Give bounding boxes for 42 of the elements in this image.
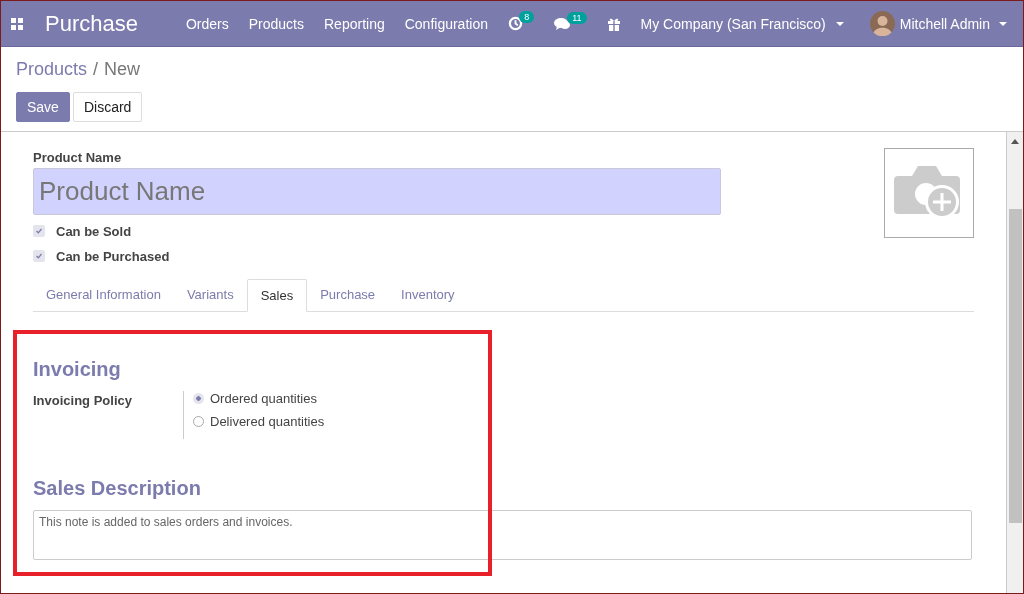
- message-count-badge: 11: [567, 11, 587, 24]
- section-title: Sales Description: [33, 477, 202, 500]
- menu-item[interactable]: Configuration: [404, 15, 488, 32]
- checkmark-icon: [35, 252, 43, 260]
- radio-button[interactable]: [193, 393, 204, 404]
- tab[interactable]: General Information: [33, 279, 174, 311]
- gift-icon[interactable]: [606, 16, 621, 31]
- breadcrumb-current: New: [104, 59, 141, 80]
- product-name-field[interactable]: Product Name: [33, 168, 721, 215]
- checkmark-icon: [35, 227, 43, 235]
- section-title: Invoicing: [33, 358, 122, 381]
- field-label: Invoicing Policy: [33, 392, 133, 410]
- checkbox-label: Can be Sold: [56, 223, 132, 239]
- scrollbar[interactable]: [1006, 132, 1023, 593]
- sales-description-field[interactable]: This note is added to sales orders and invoices.: [33, 510, 972, 560]
- breadcrumb-separator: /: [93, 59, 99, 80]
- company-switcher[interactable]: My Company (San Francisco): [640, 15, 844, 32]
- discard-button[interactable]: Discard: [72, 92, 143, 122]
- tab[interactable]: Purchase: [307, 279, 389, 311]
- user-menu[interactable]: Mitchell Admin: [869, 11, 1007, 36]
- checkbox-label: Can be Purchased: [56, 248, 170, 264]
- menu-item[interactable]: Orders: [185, 15, 229, 32]
- menu-item[interactable]: Reporting: [324, 15, 385, 32]
- activity-count-badge: 8: [519, 11, 535, 23]
- tab[interactable]: Inventory: [388, 279, 468, 311]
- tab[interactable]: Variants: [173, 279, 247, 311]
- scroll-up-icon[interactable]: [1011, 139, 1019, 144]
- save-button[interactable]: Save: [16, 92, 70, 122]
- apps-menu-icon[interactable]: [11, 17, 23, 30]
- menu-item[interactable]: Products: [248, 15, 304, 32]
- tab[interactable]: Sales: [246, 279, 308, 312]
- chat-icon[interactable]: [554, 16, 572, 31]
- breadcrumb-link[interactable]: Products: [16, 59, 88, 80]
- clock-icon[interactable]: [508, 16, 524, 31]
- app-name[interactable]: Purchase: [45, 10, 138, 37]
- checkbox[interactable]: [33, 250, 45, 262]
- checkbox[interactable]: [33, 225, 45, 237]
- radio-label: Ordered quantities: [210, 391, 317, 406]
- field-label: Product Name: [33, 150, 123, 165]
- image-upload-box[interactable]: [884, 148, 974, 238]
- radio-label: Delivered quantities: [210, 414, 325, 429]
- avatar-icon: [869, 11, 895, 36]
